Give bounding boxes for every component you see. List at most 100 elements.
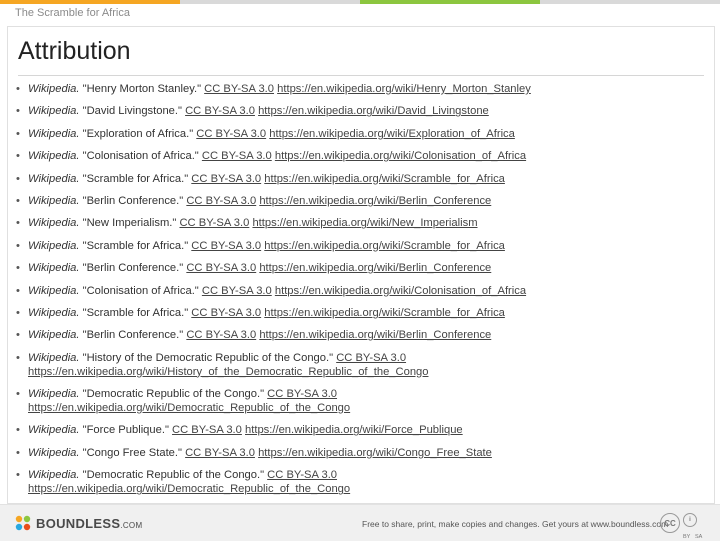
cc-icon: CC [660, 513, 680, 533]
source-name: Wikipedia. [28, 262, 80, 275]
source-name: Wikipedia. [28, 239, 80, 252]
source-url-link[interactable]: https://en.wikipedia.org/wiki/Scramble_f… [264, 240, 505, 252]
source-name: Wikipedia. [28, 329, 80, 342]
attribution-item: Wikipedia. "Berlin Conference." CC BY-SA… [12, 261, 702, 275]
attribution-item: Wikipedia. "Henry Morton Stanley." CC BY… [12, 82, 702, 96]
license-link[interactable]: CC BY-SA 3.0 [185, 447, 255, 459]
attribution-item: Wikipedia. "Democratic Republic of the C… [12, 468, 702, 496]
source-name: Wikipedia. [28, 284, 80, 297]
source-name: Wikipedia. [28, 446, 80, 459]
license-link[interactable]: CC BY-SA 3.0 [186, 329, 256, 341]
source-url-link[interactable]: https://en.wikipedia.org/wiki/Force_Publ… [245, 424, 463, 436]
source-url-link[interactable]: https://en.wikipedia.org/wiki/Colonisati… [275, 150, 526, 162]
source-name: Wikipedia. [28, 388, 80, 401]
attribution-item: Wikipedia. "Force Publique." CC BY-SA 3.… [12, 423, 702, 437]
source-name: Wikipedia. [28, 351, 80, 364]
by-sa-icons: i BY SA [683, 513, 705, 540]
attribution-item: Wikipedia. "Colonisation of Africa." CC … [12, 284, 702, 298]
license-link[interactable]: CC BY-SA 3.0 [191, 307, 261, 319]
license-link[interactable]: CC BY-SA 3.0 [204, 83, 274, 95]
article-title: "Berlin Conference." [79, 329, 187, 342]
article-title: "Henry Morton Stanley." [79, 83, 205, 95]
attribution-item: Wikipedia. "Congo Free State." CC BY-SA … [12, 446, 702, 460]
attribution-item: Wikipedia. "Scramble for Africa." CC BY-… [12, 239, 702, 253]
license-link[interactable]: CC BY-SA 3.0 [191, 240, 261, 252]
source-url-link[interactable]: https://en.wikipedia.org/wiki/Democratic… [28, 483, 350, 495]
license-link[interactable]: CC BY-SA 3.0 [186, 262, 256, 274]
license-link[interactable]: CC BY-SA 3.0 [202, 150, 272, 162]
source-name: Wikipedia. [28, 424, 80, 437]
by-icon: i [683, 513, 697, 527]
license-link[interactable]: CC BY-SA 3.0 [267, 388, 337, 400]
source-url-link[interactable]: https://en.wikipedia.org/wiki/History_of… [28, 366, 428, 378]
article-title: "Colonisation of Africa." [79, 150, 202, 163]
article-title: "Force Publique." [79, 424, 173, 437]
license-link[interactable]: CC BY-SA 3.0 [179, 217, 249, 229]
section-label: The Scramble for Africa [15, 7, 130, 19]
article-title: "Scramble for Africa." [79, 239, 192, 252]
license-link[interactable]: CC BY-SA 3.0 [196, 128, 266, 140]
stripe-segment-1 [0, 0, 180, 4]
source-name: Wikipedia. [28, 469, 80, 482]
source-name: Wikipedia. [28, 172, 80, 185]
source-name: Wikipedia. [28, 83, 80, 95]
article-title: "David Livingstone." [79, 105, 186, 118]
license-link[interactable]: CC BY-SA 3.0 [191, 173, 261, 185]
title-divider [18, 75, 704, 76]
attribution-item: Wikipedia. "Berlin Conference." CC BY-SA… [12, 328, 702, 342]
source-url-link[interactable]: https://en.wikipedia.org/wiki/Scramble_f… [264, 307, 505, 319]
source-name: Wikipedia. [28, 127, 80, 140]
source-name: Wikipedia. [28, 150, 80, 163]
source-name: Wikipedia. [28, 306, 80, 319]
source-url-link[interactable]: https://en.wikipedia.org/wiki/Berlin_Con… [259, 329, 491, 341]
source-url-link[interactable]: https://en.wikipedia.org/wiki/Scramble_f… [264, 173, 505, 185]
attribution-item: Wikipedia. "Exploration of Africa." CC B… [12, 127, 702, 141]
attribution-list: Wikipedia. "Henry Morton Stanley." CC BY… [12, 82, 702, 505]
footer-note: Free to share, print, make copies and ch… [362, 519, 669, 529]
stripe-segment-3 [360, 0, 540, 4]
article-title: "Democratic Republic of the Congo." [79, 388, 268, 401]
source-url-link[interactable]: https://en.wikipedia.org/wiki/Congo_Free… [258, 447, 492, 459]
source-url-link[interactable]: https://en.wikipedia.org/wiki/Berlin_Con… [259, 195, 491, 207]
license-link[interactable]: CC BY-SA 3.0 [336, 352, 406, 364]
article-title: "Congo Free State." [79, 446, 186, 459]
article-title: "Scramble for Africa." [79, 172, 192, 185]
source-url-link[interactable]: https://en.wikipedia.org/wiki/Exploratio… [269, 128, 515, 140]
article-title: "Scramble for Africa." [79, 306, 192, 319]
article-title: "Colonisation of Africa." [79, 284, 202, 297]
boundless-logo[interactable]: BOUNDLESS.COM [15, 515, 142, 531]
source-url-link[interactable]: https://en.wikipedia.org/wiki/Berlin_Con… [259, 262, 491, 274]
article-title: "Exploration of Africa." [79, 127, 197, 140]
source-url-link[interactable]: https://en.wikipedia.org/wiki/Democratic… [28, 402, 350, 414]
attribution-item: Wikipedia. "Scramble for Africa." CC BY-… [12, 172, 702, 186]
attribution-item: Wikipedia. "Democratic Republic of the C… [12, 387, 702, 415]
attribution-item: Wikipedia. "Berlin Conference." CC BY-SA… [12, 194, 702, 208]
attribution-item: Wikipedia. "Scramble for Africa." CC BY-… [12, 306, 702, 320]
source-url-link[interactable]: https://en.wikipedia.org/wiki/Henry_Mort… [277, 83, 531, 95]
source-url-link[interactable]: https://en.wikipedia.org/wiki/New_Imperi… [252, 217, 477, 229]
stripe-segment-2 [180, 0, 360, 4]
license-link[interactable]: CC BY-SA 3.0 [185, 105, 255, 117]
license-link[interactable]: CC BY-SA 3.0 [267, 469, 337, 481]
license-link[interactable]: CC BY-SA 3.0 [172, 424, 242, 436]
attribution-item: Wikipedia. "New Imperialism." CC BY-SA 3… [12, 216, 702, 230]
cc-license-badge[interactable]: CC i BY SA [660, 513, 705, 540]
source-name: Wikipedia. [28, 105, 80, 118]
article-title: "Berlin Conference." [79, 194, 187, 207]
source-name: Wikipedia. [28, 194, 80, 207]
boundless-logo-icon [15, 515, 31, 531]
slide-content: Attribution Wikipedia. "Henry Morton Sta… [7, 26, 715, 504]
footer: BOUNDLESS.COM Free to share, print, make… [0, 504, 720, 541]
license-link[interactable]: CC BY-SA 3.0 [186, 195, 256, 207]
license-link[interactable]: CC BY-SA 3.0 [202, 285, 272, 297]
source-url-link[interactable]: https://en.wikipedia.org/wiki/Colonisati… [275, 285, 526, 297]
attribution-item: Wikipedia. "David Livingstone." CC BY-SA… [12, 104, 702, 118]
sa-label: SA [695, 534, 703, 540]
brand-name: BOUNDLESS.COM [36, 515, 143, 531]
source-name: Wikipedia. [28, 217, 80, 230]
top-color-stripe [0, 0, 720, 4]
stripe-segment-4 [540, 0, 720, 4]
attribution-item: Wikipedia. "History of the Democratic Re… [12, 351, 702, 379]
article-title: "Democratic Republic of the Congo." [79, 469, 268, 482]
source-url-link[interactable]: https://en.wikipedia.org/wiki/David_Livi… [258, 105, 489, 117]
